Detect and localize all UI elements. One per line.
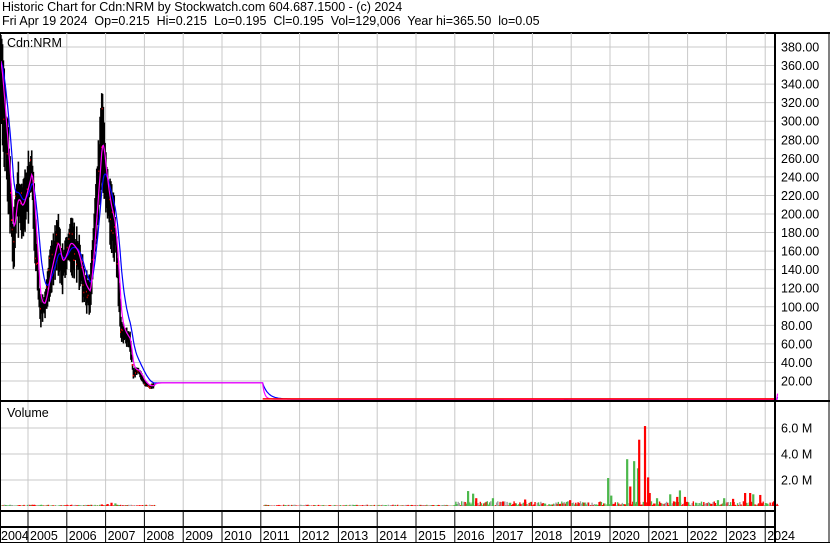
x-tick-label: 2020 bbox=[612, 529, 640, 543]
volume-bar bbox=[110, 502, 113, 506]
volume-bar bbox=[759, 494, 762, 506]
x-tick-label: 2019 bbox=[573, 529, 601, 543]
x-tick-label: 2006 bbox=[69, 529, 97, 543]
volume-tick-label: 2.0 M bbox=[781, 474, 812, 488]
price-tick-label: 380.00 bbox=[781, 40, 819, 54]
price-tick-label: 20.00 bbox=[781, 375, 812, 389]
volume-bar bbox=[678, 490, 682, 506]
price-tick-label: 240.00 bbox=[781, 170, 819, 184]
volume-bar bbox=[604, 503, 606, 506]
x-tick-label: 2013 bbox=[340, 529, 368, 543]
x-tick-label: 2016 bbox=[457, 529, 485, 543]
stock-chart: 20.00 40.00 60.00 80.00 100.00 120.00 140.00 16… bbox=[0, 33, 830, 543]
price-tick-label: 300.00 bbox=[781, 115, 819, 129]
price-tick-label: 140.00 bbox=[781, 263, 819, 277]
volume-bar bbox=[490, 501, 492, 506]
volume-tick-label: 4.0 M bbox=[781, 448, 812, 462]
volume-bar bbox=[669, 494, 672, 506]
volume-panel-title: Volume bbox=[7, 406, 49, 420]
volume-bar bbox=[654, 503, 656, 506]
price-tick-label: 260.00 bbox=[781, 152, 819, 166]
price-tick-label: 180.00 bbox=[781, 226, 819, 240]
volume-bar bbox=[633, 461, 636, 506]
volume-plot bbox=[0, 426, 780, 506]
price-tick-label: 160.00 bbox=[781, 245, 819, 259]
volume-bar bbox=[629, 486, 632, 506]
x-tick-label: 2012 bbox=[302, 529, 330, 543]
short-moving-average-line bbox=[0, 60, 779, 400]
volume-bar bbox=[501, 501, 505, 506]
volume-bar bbox=[638, 439, 641, 506]
x-tick-label: 2018 bbox=[534, 529, 562, 543]
x-tick-label: 2010 bbox=[224, 529, 252, 543]
volume-bar bbox=[744, 493, 747, 506]
x-tick-label: 2007 bbox=[108, 529, 136, 543]
price-tick-label: 120.00 bbox=[781, 282, 819, 296]
x-tick-label: 2008 bbox=[146, 529, 174, 543]
volume-bar bbox=[607, 478, 610, 506]
volume-bar bbox=[524, 499, 527, 506]
long-moving-average-line bbox=[0, 60, 779, 400]
volume-bar bbox=[648, 493, 651, 506]
volume-bar bbox=[544, 503, 547, 506]
x-tick-label: 2014 bbox=[379, 529, 407, 543]
x-tick-label: 2023 bbox=[728, 529, 756, 543]
volume-bar bbox=[676, 496, 679, 506]
volume-bar bbox=[106, 504, 109, 506]
volume-bar bbox=[491, 498, 495, 506]
volume-bar bbox=[114, 503, 117, 506]
volume-bar bbox=[534, 502, 536, 506]
volume-bar bbox=[643, 426, 647, 506]
x-tick-label: 2017 bbox=[496, 529, 524, 543]
x-tick-label: 2011 bbox=[263, 529, 290, 543]
volume-bar bbox=[752, 494, 755, 506]
price-close-dot bbox=[131, 364, 134, 366]
price-tick-label: 320.00 bbox=[781, 96, 819, 110]
volume-bar bbox=[466, 491, 470, 506]
price-tick-label: 80.00 bbox=[781, 319, 812, 333]
price-close-dot bbox=[10, 219, 13, 221]
volume-bar bbox=[610, 495, 613, 506]
price-tick-label: 40.00 bbox=[781, 356, 812, 370]
volume-bar bbox=[683, 496, 687, 506]
volume-bar bbox=[100, 504, 103, 506]
price-tick-label: 200.00 bbox=[781, 208, 819, 222]
volume-bar bbox=[626, 459, 629, 506]
volume-bar bbox=[569, 500, 572, 506]
x-tick-label: 2024 bbox=[767, 529, 795, 543]
price-tick-label: 340.00 bbox=[781, 78, 819, 92]
volume-bar bbox=[731, 498, 735, 506]
volume-bar bbox=[716, 500, 720, 506]
x-tick-label: 2009 bbox=[185, 529, 213, 543]
price-tick-label: 100.00 bbox=[781, 300, 819, 314]
price-panel-title: Cdn:NRM bbox=[7, 36, 62, 50]
volume-bar bbox=[475, 498, 478, 506]
volume-bar bbox=[723, 498, 726, 506]
volume-tick-label: 6.0 M bbox=[781, 422, 812, 436]
volume-bar bbox=[504, 501, 506, 506]
price-tick-label: 60.00 bbox=[781, 337, 812, 351]
x-tick-label: 2021 bbox=[651, 529, 679, 543]
price-tick-label: 360.00 bbox=[781, 59, 819, 73]
volume-bar bbox=[500, 502, 502, 506]
price-tick-label: 280.00 bbox=[781, 133, 819, 147]
price-tick-label: 220.00 bbox=[781, 189, 819, 203]
x-tick-label: 2015 bbox=[418, 529, 446, 543]
x-tick-label: 2022 bbox=[690, 529, 718, 543]
price-plot bbox=[0, 34, 779, 400]
x-tick-label: 2005 bbox=[30, 529, 58, 543]
volume-bar bbox=[692, 501, 695, 506]
volume-bar bbox=[655, 498, 659, 506]
x-tick-label: 2004 bbox=[1, 529, 29, 543]
volume-bar bbox=[472, 493, 475, 506]
volume-bar bbox=[749, 493, 752, 506]
